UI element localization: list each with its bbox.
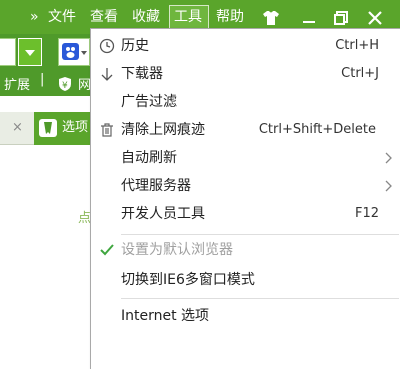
menu-item-label: 代理服务器 [121, 178, 191, 194]
dropdown-toggle[interactable] [18, 38, 42, 66]
tab-close-icon[interactable]: × [12, 112, 23, 144]
check-icon [98, 236, 116, 264]
menu-item-label: 下载器 [121, 66, 163, 82]
menu-item-label: Internet 选项 [121, 308, 210, 324]
menu-item-label: 自动刷新 [121, 150, 177, 166]
submenu-arrow-icon [385, 144, 393, 172]
menu-item-shortcut: F12 [354, 206, 379, 221]
menu-item-label: 清除上网痕迹 [121, 122, 205, 138]
tab-favicon-icon [39, 119, 57, 141]
menu-item-switch-ie6-mode[interactable]: 切换到IE6多窗口模式 [91, 266, 400, 294]
menu-separator [121, 298, 399, 299]
menu-item-downloader[interactable]: 下载器 Ctrl+J [91, 60, 400, 88]
tools-dropdown-menu: 历史 Ctrl+H 下载器 Ctrl+J 广告过滤 清除上网痕迹 Ctrl+Sh… [90, 28, 400, 369]
menu-item-shortcut: Ctrl+Shift+Delete [258, 122, 376, 137]
menu-item-shortcut: Ctrl+H [335, 38, 379, 53]
menu-item-clear-traces[interactable]: 清除上网痕迹 Ctrl+Shift+Delete [91, 116, 400, 144]
menu-item-auto-refresh[interactable]: 自动刷新 [91, 144, 400, 172]
address-box-edge[interactable] [0, 38, 16, 66]
search-engine-selector[interactable] [58, 38, 90, 66]
submenu-arrow-icon [385, 172, 393, 200]
menu-item-label: 开发人员工具 [121, 206, 205, 222]
menu-item-internet-options[interactable]: Internet 选项 [91, 302, 400, 330]
menu-item-history[interactable]: 历史 Ctrl+H [91, 32, 400, 60]
menu-separator [121, 234, 399, 235]
extension-bar: 扩展 | ¥ 网 [0, 70, 100, 98]
menu-item-label: 设置为默认浏览器 [121, 242, 233, 258]
menu-file[interactable]: 文件 [48, 0, 76, 34]
menu-item-developer-tools[interactable]: 开发人员工具 F12 [91, 200, 400, 228]
download-arrow-icon [98, 60, 116, 88]
menu-item-set-default-browser: 设置为默认浏览器 [91, 236, 400, 264]
extension-label[interactable]: 扩展 [4, 74, 30, 93]
trash-icon [98, 116, 116, 144]
menu-item-label: 切换到IE6多窗口模式 [121, 272, 255, 288]
clock-icon [98, 32, 116, 60]
tab-label: 选项 [62, 120, 89, 135]
menu-item-label: 广告过滤 [121, 94, 177, 110]
menu-item-label: 历史 [121, 38, 149, 54]
svg-text:¥: ¥ [62, 81, 68, 91]
divider: | [40, 72, 45, 87]
menu-item-ad-filter[interactable]: 广告过滤 [91, 88, 400, 116]
menu-item-proxy-server[interactable]: 代理服务器 [91, 172, 400, 200]
shield-icon[interactable]: ¥ [57, 76, 73, 96]
menu-item-shortcut: Ctrl+J [341, 66, 379, 81]
more-menus-chevron[interactable]: » [30, 0, 39, 34]
